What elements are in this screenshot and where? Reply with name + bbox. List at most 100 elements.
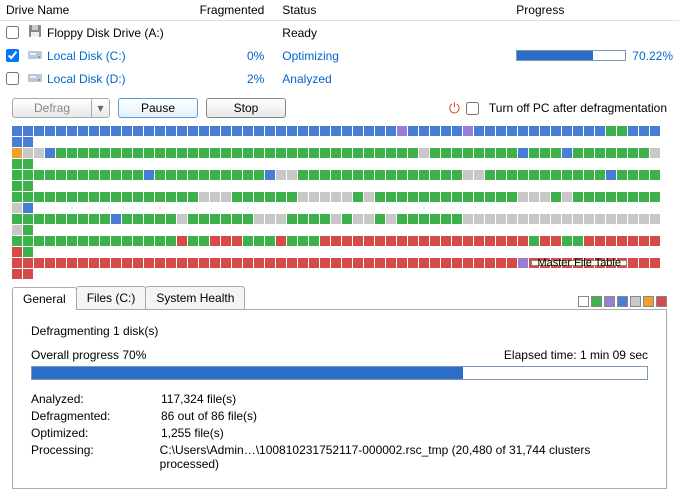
cluster-cell[interactable] xyxy=(34,170,44,180)
cluster-cell[interactable] xyxy=(496,258,506,268)
cluster-cell[interactable] xyxy=(89,258,99,268)
cluster-cell[interactable] xyxy=(595,214,605,224)
cluster-cell[interactable] xyxy=(276,170,286,180)
cluster-cell[interactable] xyxy=(595,192,605,202)
cluster-cell[interactable] xyxy=(551,170,561,180)
tab-health[interactable]: System Health xyxy=(145,286,245,309)
cluster-cell[interactable] xyxy=(89,148,99,158)
cluster-cell[interactable] xyxy=(485,148,495,158)
cluster-cell[interactable] xyxy=(309,214,319,224)
table-row[interactable]: Local Disk (D:)2%Analyzed xyxy=(0,67,679,90)
cluster-cell[interactable] xyxy=(100,170,110,180)
cluster-cell[interactable] xyxy=(221,170,231,180)
cluster-cell[interactable] xyxy=(540,148,550,158)
cluster-cell[interactable] xyxy=(155,258,165,268)
cluster-cell[interactable] xyxy=(122,148,132,158)
cluster-cell[interactable] xyxy=(650,148,660,158)
cluster-cell[interactable] xyxy=(474,126,484,136)
cluster-cell[interactable] xyxy=(562,192,572,202)
cluster-cell[interactable] xyxy=(133,236,143,246)
cluster-cell[interactable] xyxy=(166,214,176,224)
cluster-cell[interactable] xyxy=(56,214,66,224)
cluster-cell[interactable] xyxy=(188,170,198,180)
cluster-cell[interactable] xyxy=(507,192,517,202)
cluster-cell[interactable] xyxy=(353,236,363,246)
cluster-cell[interactable] xyxy=(100,126,110,136)
cluster-cell[interactable] xyxy=(89,236,99,246)
cluster-cell[interactable] xyxy=(34,214,44,224)
cluster-cell[interactable] xyxy=(474,170,484,180)
cluster-cell[interactable] xyxy=(397,170,407,180)
drive-checkbox[interactable] xyxy=(6,26,19,39)
cluster-cell[interactable] xyxy=(34,126,44,136)
cluster-cell[interactable] xyxy=(628,258,638,268)
cluster-cell[interactable] xyxy=(419,214,429,224)
cluster-cell[interactable] xyxy=(562,148,572,158)
cluster-cell[interactable] xyxy=(166,126,176,136)
cluster-cell[interactable] xyxy=(485,126,495,136)
cluster-cell[interactable] xyxy=(507,236,517,246)
cluster-cell[interactable] xyxy=(100,258,110,268)
cluster-cell[interactable] xyxy=(650,192,660,202)
cluster-cell[interactable] xyxy=(364,214,374,224)
defrag-dropdown[interactable] xyxy=(92,98,110,118)
cluster-cell[interactable] xyxy=(34,258,44,268)
cluster-cell[interactable] xyxy=(496,126,506,136)
cluster-cell[interactable] xyxy=(309,192,319,202)
cluster-cell[interactable] xyxy=(45,192,55,202)
cluster-cell[interactable] xyxy=(540,236,550,246)
cluster-cell[interactable] xyxy=(254,170,264,180)
cluster-cell[interactable] xyxy=(177,214,187,224)
cluster-cell[interactable] xyxy=(254,148,264,158)
cluster-cell[interactable] xyxy=(496,170,506,180)
cluster-cell[interactable] xyxy=(386,126,396,136)
cluster-cell[interactable] xyxy=(144,236,154,246)
cluster-cell[interactable] xyxy=(606,192,616,202)
cluster-cell[interactable] xyxy=(320,148,330,158)
col-status[interactable]: Status xyxy=(270,0,510,21)
cluster-cell[interactable] xyxy=(430,126,440,136)
cluster-cell[interactable] xyxy=(144,170,154,180)
cluster-cell[interactable] xyxy=(188,126,198,136)
cluster-cell[interactable] xyxy=(573,192,583,202)
cluster-cell[interactable] xyxy=(265,148,275,158)
cluster-cell[interactable] xyxy=(12,225,22,235)
cluster-cell[interactable] xyxy=(34,148,44,158)
drive-checkbox[interactable] xyxy=(6,49,19,62)
cluster-cell[interactable] xyxy=(540,258,550,268)
cluster-cell[interactable] xyxy=(507,148,517,158)
cluster-cell[interactable] xyxy=(518,192,528,202)
cluster-cell[interactable] xyxy=(419,126,429,136)
cluster-cell[interactable] xyxy=(298,192,308,202)
cluster-cell[interactable] xyxy=(210,214,220,224)
col-progress[interactable]: Progress xyxy=(510,0,679,21)
cluster-cell[interactable] xyxy=(320,258,330,268)
cluster-cell[interactable] xyxy=(89,126,99,136)
cluster-cell[interactable] xyxy=(606,170,616,180)
cluster-cell[interactable] xyxy=(287,236,297,246)
cluster-cell[interactable] xyxy=(67,170,77,180)
cluster-cell[interactable] xyxy=(430,236,440,246)
cluster-cell[interactable] xyxy=(485,192,495,202)
cluster-cell[interactable] xyxy=(518,170,528,180)
cluster-cell[interactable] xyxy=(496,148,506,158)
cluster-cell[interactable] xyxy=(474,258,484,268)
cluster-cell[interactable] xyxy=(144,258,154,268)
cluster-cell[interactable] xyxy=(474,236,484,246)
cluster-cell[interactable] xyxy=(639,148,649,158)
cluster-cell[interactable] xyxy=(287,148,297,158)
cluster-cell[interactable] xyxy=(12,181,22,191)
cluster-cell[interactable] xyxy=(617,148,627,158)
cluster-cell[interactable] xyxy=(23,225,33,235)
cluster-cell[interactable] xyxy=(221,258,231,268)
tab-general[interactable]: General xyxy=(12,287,77,310)
cluster-cell[interactable] xyxy=(133,170,143,180)
cluster-cell[interactable] xyxy=(331,258,341,268)
cluster-cell[interactable] xyxy=(232,258,242,268)
cluster-cell[interactable] xyxy=(639,170,649,180)
cluster-cell[interactable] xyxy=(89,214,99,224)
cluster-cell[interactable] xyxy=(45,170,55,180)
cluster-cell[interactable] xyxy=(342,192,352,202)
cluster-cell[interactable] xyxy=(518,126,528,136)
cluster-cell[interactable] xyxy=(496,192,506,202)
